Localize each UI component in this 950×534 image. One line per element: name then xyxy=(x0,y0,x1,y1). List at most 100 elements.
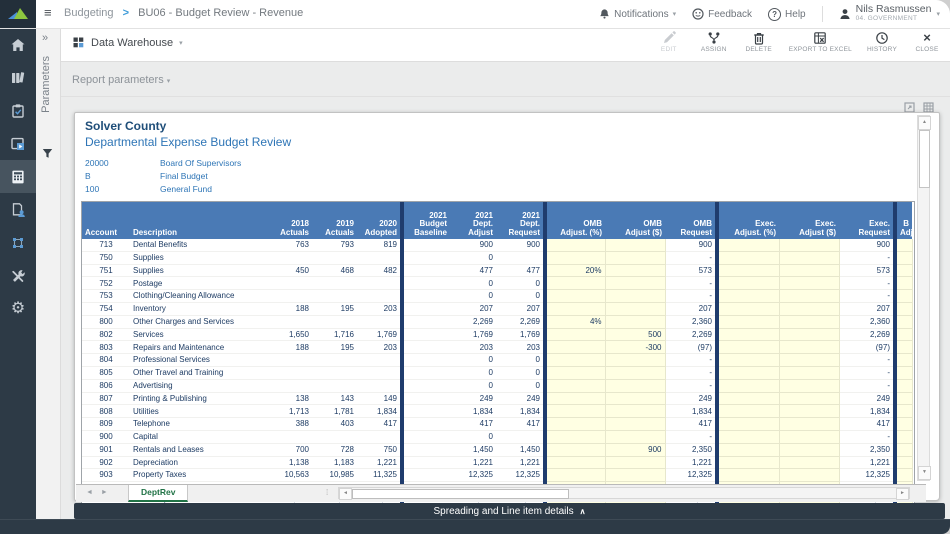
cell-ombdlr[interactable] xyxy=(605,302,666,316)
hamburger-icon[interactable]: ≡ xyxy=(44,5,52,20)
cell-partial[interactable] xyxy=(897,276,913,291)
parameters-rail-label[interactable]: Parameters xyxy=(40,56,52,113)
spreading-details-bar[interactable]: Spreading and Line item details ∧ xyxy=(74,503,945,519)
cell-ombdlr[interactable] xyxy=(605,404,666,419)
scroll-right-button[interactable]: ► xyxy=(896,488,909,500)
sheet-nav-arrows[interactable]: ◄► xyxy=(86,489,116,496)
cell-execdlr[interactable] xyxy=(779,392,840,406)
cell-execpct[interactable] xyxy=(719,264,780,278)
cell-ombdlr[interactable] xyxy=(605,379,666,393)
cell-partial[interactable] xyxy=(897,468,913,483)
cell-partial[interactable] xyxy=(897,328,913,342)
cell-ombdlr[interactable] xyxy=(605,251,666,265)
cell-execdlr[interactable] xyxy=(779,404,840,419)
cell-execpct[interactable] xyxy=(719,340,780,355)
cell-ombdlr[interactable] xyxy=(605,353,666,367)
cell-partial[interactable] xyxy=(897,302,913,316)
cell-ombpct[interactable] xyxy=(547,456,606,470)
cell-execpct[interactable] xyxy=(719,251,780,265)
cell-execpct[interactable] xyxy=(719,379,780,393)
cell-ombpct[interactable] xyxy=(547,417,606,431)
cell-execpct[interactable] xyxy=(719,289,780,303)
sidebar-item-planning[interactable] xyxy=(0,94,36,127)
cell-partial[interactable] xyxy=(897,392,913,406)
cell-execpct[interactable] xyxy=(719,239,780,252)
vscroll-thumb[interactable] xyxy=(919,130,930,188)
cell-ombpct[interactable] xyxy=(547,379,606,393)
scroll-left-button[interactable]: ◄ xyxy=(339,488,352,500)
cell-ombdlr[interactable]: 900 xyxy=(605,443,666,457)
export-to-excel-button[interactable]: EXPORT TO EXCEL xyxy=(789,31,852,53)
cell-execdlr[interactable] xyxy=(779,315,840,329)
cell-execdlr[interactable] xyxy=(779,443,840,457)
scroll-down-button[interactable]: ▼ xyxy=(918,466,931,480)
cell-ombdlr[interactable] xyxy=(605,366,666,380)
help-button[interactable]: ? Help xyxy=(768,7,806,21)
cell-partial[interactable] xyxy=(897,315,913,329)
assign-button[interactable]: ASSIGN xyxy=(699,31,729,53)
sheet-tab-deptrev[interactable]: DeptRev xyxy=(128,485,189,502)
feedback-button[interactable]: Feedback xyxy=(692,8,752,20)
cell-ombpct[interactable] xyxy=(547,251,606,265)
sidebar-item-settings[interactable]: ⚙ xyxy=(0,292,36,325)
cell-partial[interactable] xyxy=(897,430,913,444)
cell-ombdlr[interactable] xyxy=(605,417,666,431)
cell-execpct[interactable] xyxy=(719,276,780,291)
cell-partial[interactable] xyxy=(897,353,913,367)
cell-ombpct[interactable] xyxy=(547,340,606,355)
cell-partial[interactable] xyxy=(897,366,913,380)
expand-rail-icon[interactable]: » xyxy=(42,32,48,44)
cell-partial[interactable] xyxy=(897,456,913,470)
cell-ombpct[interactable] xyxy=(547,468,606,483)
cell-partial[interactable] xyxy=(897,340,913,355)
vertical-scrollbar[interactable]: ▲ ▼ xyxy=(917,115,931,481)
cell-partial[interactable] xyxy=(897,251,913,265)
cell-execpct[interactable] xyxy=(719,404,780,419)
cell-execpct[interactable] xyxy=(719,468,780,483)
cell-execdlr[interactable] xyxy=(779,289,840,303)
cell-ombpct[interactable] xyxy=(547,353,606,367)
cell-ombdlr[interactable] xyxy=(605,430,666,444)
scroll-up-button[interactable]: ▲ xyxy=(918,116,931,130)
cell-execdlr[interactable] xyxy=(779,456,840,470)
cell-partial[interactable] xyxy=(897,379,913,393)
cell-ombdlr[interactable] xyxy=(605,289,666,303)
cell-ombpct[interactable] xyxy=(547,443,606,457)
cell-ombpct[interactable] xyxy=(547,276,606,291)
horizontal-scrollbar[interactable]: ◄ ► xyxy=(338,487,910,500)
cell-ombpct[interactable]: 20% xyxy=(547,264,606,278)
cell-execdlr[interactable] xyxy=(779,239,840,252)
cell-ombpct[interactable] xyxy=(547,239,606,252)
cell-execdlr[interactable] xyxy=(779,340,840,355)
delete-button[interactable]: DELETE xyxy=(744,31,774,53)
cell-execpct[interactable] xyxy=(719,328,780,342)
data-source-selector[interactable]: Data Warehouse ▾ xyxy=(72,36,183,49)
notifications-button[interactable]: Notifications ▾ xyxy=(599,8,676,20)
cell-execpct[interactable] xyxy=(719,315,780,329)
cell-ombdlr[interactable] xyxy=(605,276,666,291)
cell-ombpct[interactable] xyxy=(547,404,606,419)
cell-partial[interactable] xyxy=(897,289,913,303)
cell-execpct[interactable] xyxy=(719,302,780,316)
history-button[interactable]: HISTORY xyxy=(867,31,897,53)
cell-execpct[interactable] xyxy=(719,443,780,457)
tab-splitter-handle[interactable]: ⁞ xyxy=(326,488,328,497)
cell-execpct[interactable] xyxy=(719,366,780,380)
sidebar-item-assignments[interactable] xyxy=(0,193,36,226)
cell-execpct[interactable] xyxy=(719,430,780,444)
hscroll-thumb[interactable] xyxy=(352,489,569,499)
cell-execdlr[interactable] xyxy=(779,276,840,291)
cell-ombdlr[interactable] xyxy=(605,468,666,483)
close-button[interactable]: × CLOSE xyxy=(912,31,942,54)
cell-partial[interactable] xyxy=(897,417,913,431)
cell-partial[interactable] xyxy=(897,264,913,278)
cell-ombdlr[interactable] xyxy=(605,392,666,406)
sidebar-item-report-player[interactable] xyxy=(0,127,36,160)
cell-ombpct[interactable] xyxy=(547,392,606,406)
cell-execdlr[interactable] xyxy=(779,468,840,483)
cell-ombpct[interactable] xyxy=(547,328,606,342)
cell-ombpct[interactable] xyxy=(547,289,606,303)
cell-ombpct[interactable]: 4% xyxy=(547,315,606,329)
cell-execdlr[interactable] xyxy=(779,430,840,444)
cell-execdlr[interactable] xyxy=(779,417,840,431)
